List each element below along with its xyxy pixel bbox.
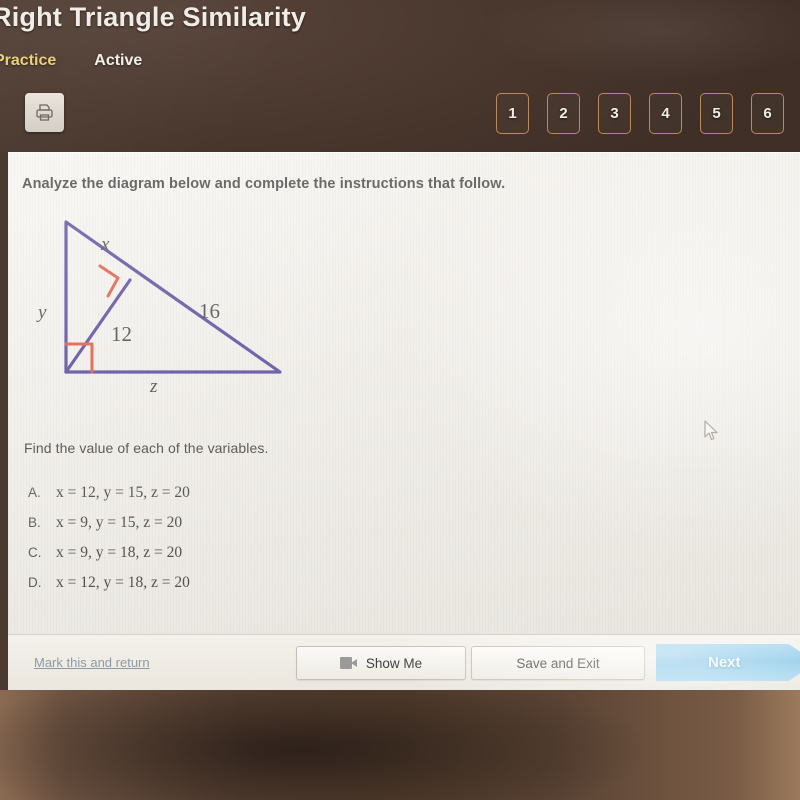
choice-text-c: x = 9, y = 18, z = 20 [56,544,183,561]
triangle-outline [64,220,282,374]
mouse-pointer-icon [704,420,718,441]
choice-text-a: x = 12, y = 15, z = 20 [56,484,190,501]
triangle-diagram: x y 16 12 z [36,220,282,394]
save-and-exit-label: Save and Exit [516,655,600,671]
choice-letter-d: D. [28,575,42,590]
tab-active[interactable]: Active [94,52,142,70]
print-button[interactable] [25,93,64,132]
right-angle-mark-altitude [98,264,120,298]
pager-item-6[interactable]: 6 [751,93,784,134]
question-prompt: Find the value of each of the variables. [24,440,269,456]
choice-letter-b: B. [28,515,41,530]
answer-choice-a[interactable]: A. x = 12, y = 15, z = 20 [28,484,190,502]
label-12: 12 [111,322,132,346]
save-and-exit-button[interactable]: Save and Exit [471,646,645,680]
answer-choice-c[interactable]: C. x = 9, y = 18, z = 20 [28,544,190,562]
answer-choice-b[interactable]: B. x = 9, y = 15, z = 20 [28,514,190,532]
answer-choice-d[interactable]: D. x = 12, y = 18, z = 20 [28,574,190,592]
photographed-screen: Right Triangle Similarity Practice Activ… [0,0,800,800]
show-me-label: Show Me [365,655,423,671]
video-camera-icon [339,657,357,669]
choice-text-d: x = 12, y = 18, z = 20 [56,574,190,591]
page-header: Right Triangle Similarity Practice Activ… [0,0,800,152]
header-tabs: Practice Active [0,52,142,70]
pager-item-3[interactable]: 3 [598,93,631,134]
label-z: z [149,376,158,394]
choice-letter-a: A. [28,485,41,500]
instructions-text: Analyze the diagram below and complete t… [22,176,506,192]
next-button[interactable]: Next [656,644,800,681]
label-16: 16 [199,299,220,323]
question-panel: Analyze the diagram below and complete t… [8,152,800,690]
pager-item-5[interactable]: 5 [700,93,733,134]
choice-text-b: x = 9, y = 15, z = 20 [56,514,183,531]
pager-item-1[interactable]: 1 [496,93,529,134]
page-title: Right Triangle Similarity [0,2,307,32]
answer-choices: A. x = 12, y = 15, z = 20 B. x = 9, y = … [28,484,190,592]
tab-practice[interactable]: Practice [0,52,56,70]
show-me-button[interactable]: Show Me [296,646,466,680]
label-y: y [36,302,47,323]
label-x: x [100,234,110,255]
choice-letter-c: C. [28,545,42,560]
next-label: Next [708,654,741,671]
bottom-toolbar: Mark this and return Show Me Save and Ex… [8,634,800,691]
pager-item-2[interactable]: 2 [547,93,580,134]
question-pager: 1 2 3 4 5 6 [496,93,784,134]
printer-icon [36,104,53,121]
pager-item-4[interactable]: 4 [649,93,682,134]
desk-background [0,690,800,800]
mark-this-and-return-link[interactable]: Mark this and return [34,655,150,670]
